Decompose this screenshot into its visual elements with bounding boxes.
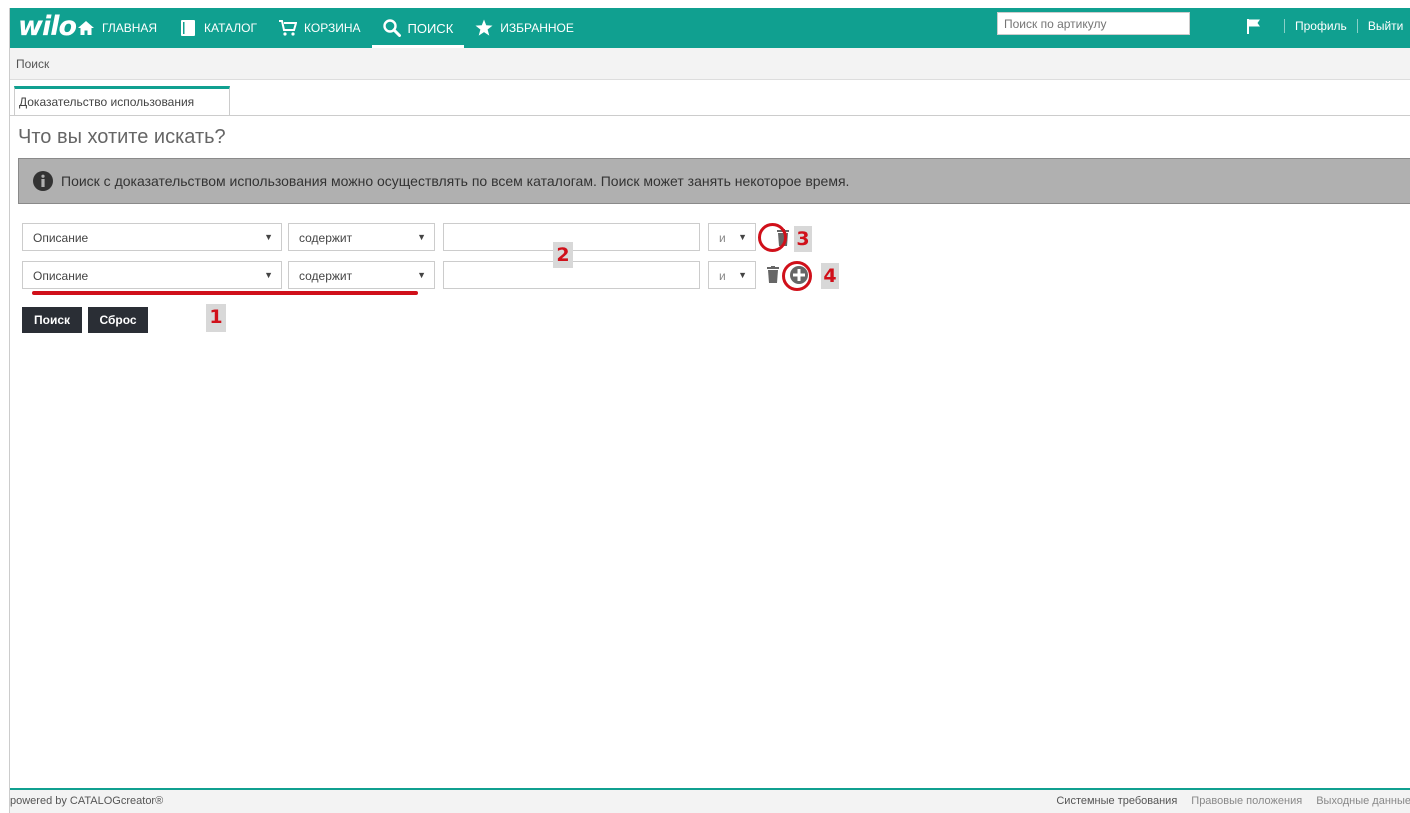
nav-item-cart[interactable]: КОРЗИНА <box>268 8 371 48</box>
info-banner: Поиск с доказательством использования мо… <box>18 158 1410 204</box>
criteria-row: Описание ▼ содержит ▼ и ▼ <box>22 261 822 289</box>
nav-label: КОРЗИНА <box>304 21 361 35</box>
info-message: Поиск с доказательством использования мо… <box>61 173 850 189</box>
top-navbar: wilo ГЛАВНАЯ КАТАЛОГ КОРЗИНА ПОИСК ИЗБРА… <box>10 8 1410 48</box>
nav-item-search[interactable]: ПОИСК <box>371 8 465 48</box>
divider <box>1284 19 1285 33</box>
cart-icon <box>279 19 298 37</box>
chevron-down-icon: ▼ <box>738 232 747 242</box>
footer-link-system-requirements[interactable]: Системные требования <box>1056 790 1177 812</box>
book-icon <box>179 19 197 37</box>
chevron-down-icon: ▼ <box>264 270 273 280</box>
powered-by-text: powered by CATALOGcreator® <box>10 795 164 807</box>
field-select-value: Описание <box>33 269 89 283</box>
nav-label: ИЗБРАННОЕ <box>500 21 574 35</box>
field-select-value: Описание <box>33 231 89 245</box>
page-title: Что вы хотите искать? <box>18 126 226 148</box>
logic-select-value: и <box>719 269 726 283</box>
annotation-circle <box>782 261 812 291</box>
annotation-marker: 3 <box>794 226 812 252</box>
annotation-marker: 2 <box>553 242 573 268</box>
footer: powered by CATALOGcreator® Системные тре… <box>10 788 1410 813</box>
flag-icon[interactable] <box>1246 18 1262 34</box>
annotation-marker: 1 <box>206 304 226 332</box>
operator-select[interactable]: содержит ▼ <box>288 261 435 289</box>
nav-item-favorites[interactable]: ИЗБРАННОЕ <box>464 8 585 48</box>
logic-select-value: и <box>719 231 726 245</box>
nav-label: ГЛАВНАЯ <box>102 21 158 35</box>
footer-link-legal[interactable]: Правовые положения <box>1191 790 1302 812</box>
trash-icon[interactable] <box>766 266 780 284</box>
chevron-down-icon: ▼ <box>417 232 426 242</box>
breadcrumb: Поиск <box>10 48 1410 80</box>
footer-links: Системные требования Правовые положения … <box>1042 790 1410 812</box>
divider <box>1356 19 1358 33</box>
chevron-down-icon: ▼ <box>417 270 426 280</box>
nav-label: ПОИСК <box>407 20 454 36</box>
field-select[interactable]: Описание ▼ <box>22 223 282 251</box>
home-icon <box>77 19 95 37</box>
tab-divider <box>10 115 1410 116</box>
app-frame: wilo ГЛАВНАЯ КАТАЛОГ КОРЗИНА ПОИСК ИЗБРА… <box>9 8 1410 813</box>
nav-item-catalog[interactable]: КАТАЛОГ <box>168 8 268 48</box>
annotation-circle <box>758 223 787 252</box>
logout-link[interactable]: Выйти <box>1368 19 1404 33</box>
info-icon <box>33 171 53 191</box>
operator-select-value: содержит <box>299 269 353 283</box>
chevron-down-icon: ▼ <box>264 232 273 242</box>
criteria-row: Описание ▼ содержит ▼ и ▼ <box>22 223 822 251</box>
footer-link-imprint[interactable]: Выходные данные <box>1316 790 1410 812</box>
user-links: Профиль Выйти <box>1246 8 1403 44</box>
logic-select[interactable]: и ▼ <box>708 223 756 251</box>
reset-button[interactable]: Сброс <box>88 307 148 333</box>
chevron-down-icon: ▼ <box>738 270 747 280</box>
breadcrumb-item[interactable]: Поиск <box>16 57 49 71</box>
logic-select[interactable]: и ▼ <box>708 261 756 289</box>
tab-usage-proof[interactable]: Доказательство использования <box>14 86 230 116</box>
operator-select-value: содержит <box>299 231 353 245</box>
annotation-marker: 4 <box>821 263 839 289</box>
field-select[interactable]: Описание ▼ <box>22 261 282 289</box>
annotation-underline <box>32 291 418 295</box>
nav-label: КАТАЛОГ <box>204 21 258 35</box>
main-nav: ГЛАВНАЯ КАТАЛОГ КОРЗИНА ПОИСК ИЗБРАННОЕ <box>66 8 585 48</box>
star-icon <box>475 19 493 37</box>
article-search-input[interactable] <box>997 12 1190 35</box>
nav-item-home[interactable]: ГЛАВНАЯ <box>66 8 168 48</box>
search-button[interactable]: Поиск <box>22 307 82 333</box>
operator-select[interactable]: содержит ▼ <box>288 223 435 251</box>
search-icon <box>382 19 401 37</box>
profile-link[interactable]: Профиль <box>1295 19 1347 33</box>
